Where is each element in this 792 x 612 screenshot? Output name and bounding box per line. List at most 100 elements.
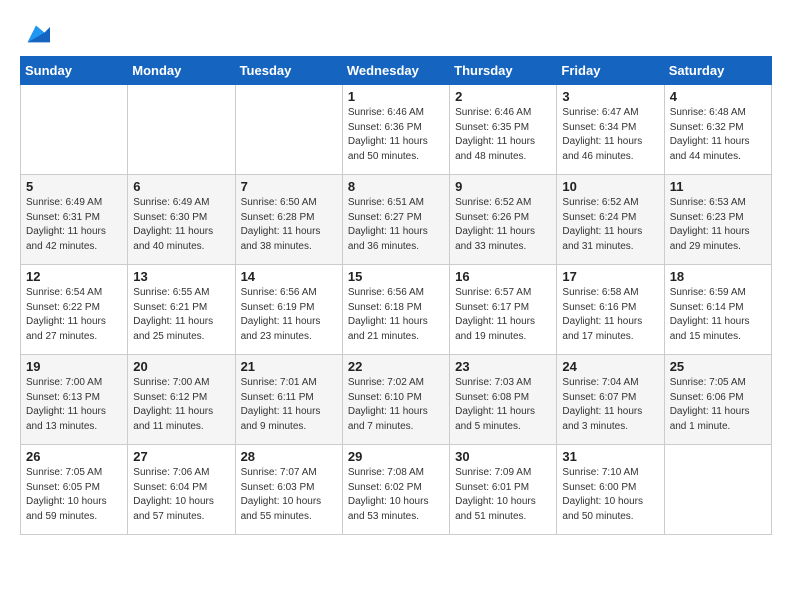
day-info: Sunrise: 6:46 AM Sunset: 6:36 PM Dayligh…	[348, 106, 444, 164]
day-number: 19	[26, 359, 122, 374]
calendar-cell: 23 Sunrise: 7:03 AM Sunset: 6:08 PM Dayli…	[450, 355, 557, 445]
calendar-cell: 11 Sunrise: 6:53 AM Sunset: 6:23 PM Dayli…	[664, 175, 771, 265]
day-info: Sunrise: 6:58 AM Sunset: 6:16 PM Dayligh…	[562, 286, 658, 344]
day-number: 20	[133, 359, 229, 374]
weekday-header-friday: Friday	[557, 57, 664, 85]
day-number: 18	[670, 269, 766, 284]
day-info: Sunrise: 7:06 AM Sunset: 6:04 PM Dayligh…	[133, 466, 229, 524]
weekday-header-wednesday: Wednesday	[342, 57, 449, 85]
calendar-cell	[128, 85, 235, 175]
calendar-cell: 17 Sunrise: 6:58 AM Sunset: 6:16 PM Dayli…	[557, 265, 664, 355]
calendar-cell: 27 Sunrise: 7:06 AM Sunset: 6:04 PM Dayli…	[128, 445, 235, 535]
day-number: 29	[348, 449, 444, 464]
day-info: Sunrise: 6:49 AM Sunset: 6:31 PM Dayligh…	[26, 196, 122, 254]
weekday-header-sunday: Sunday	[21, 57, 128, 85]
weekday-header-tuesday: Tuesday	[235, 57, 342, 85]
logo-icon	[22, 20, 50, 48]
day-number: 31	[562, 449, 658, 464]
day-number: 9	[455, 179, 551, 194]
day-info: Sunrise: 7:05 AM Sunset: 6:06 PM Dayligh…	[670, 376, 766, 434]
weekday-header-monday: Monday	[128, 57, 235, 85]
day-number: 12	[26, 269, 122, 284]
calendar-cell: 15Sunrise: 6:56 AM Sunset: 6:18 PM Dayli…	[342, 265, 449, 355]
day-info: Sunrise: 7:10 AM Sunset: 6:00 PM Dayligh…	[562, 466, 658, 524]
day-info: Sunrise: 7:02 AM Sunset: 6:10 PM Dayligh…	[348, 376, 444, 434]
calendar-cell: 13 Sunrise: 6:55 AM Sunset: 6:21 PM Dayli…	[128, 265, 235, 355]
day-info: Sunrise: 6:51 AM Sunset: 6:27 PM Dayligh…	[348, 196, 444, 254]
day-number: 6	[133, 179, 229, 194]
calendar-cell: 5 Sunrise: 6:49 AM Sunset: 6:31 PM Daylig…	[21, 175, 128, 265]
calendar-cell: 3 Sunrise: 6:47 AM Sunset: 6:34 PM Daylig…	[557, 85, 664, 175]
day-number: 1	[348, 89, 444, 104]
day-number: 8	[348, 179, 444, 194]
calendar-week-row: 19Sunrise: 7:00 AM Sunset: 6:13 PM Dayli…	[21, 355, 772, 445]
day-info: Sunrise: 6:57 AM Sunset: 6:17 PM Dayligh…	[455, 286, 551, 344]
day-info: Sunrise: 6:56 AM Sunset: 6:19 PM Dayligh…	[241, 286, 337, 344]
day-info: Sunrise: 6:52 AM Sunset: 6:24 PM Dayligh…	[562, 196, 658, 254]
day-info: Sunrise: 7:09 AM Sunset: 6:01 PM Dayligh…	[455, 466, 551, 524]
day-info: Sunrise: 6:53 AM Sunset: 6:23 PM Dayligh…	[670, 196, 766, 254]
day-info: Sunrise: 6:48 AM Sunset: 6:32 PM Dayligh…	[670, 106, 766, 164]
calendar-week-row: 26 Sunrise: 7:05 AM Sunset: 6:05 PM Dayli…	[21, 445, 772, 535]
calendar-cell: 2 Sunrise: 6:46 AM Sunset: 6:35 PM Daylig…	[450, 85, 557, 175]
day-number: 7	[241, 179, 337, 194]
day-number: 13	[133, 269, 229, 284]
day-number: 26	[26, 449, 122, 464]
day-number: 25	[670, 359, 766, 374]
day-info: Sunrise: 6:59 AM Sunset: 6:14 PM Dayligh…	[670, 286, 766, 344]
day-info: Sunrise: 7:04 AM Sunset: 6:07 PM Dayligh…	[562, 376, 658, 434]
calendar-header-row: SundayMondayTuesdayWednesdayThursdayFrid…	[21, 57, 772, 85]
day-number: 28	[241, 449, 337, 464]
day-info: Sunrise: 6:52 AM Sunset: 6:26 PM Dayligh…	[455, 196, 551, 254]
day-number: 4	[670, 89, 766, 104]
calendar-cell: 9 Sunrise: 6:52 AM Sunset: 6:26 PM Daylig…	[450, 175, 557, 265]
day-number: 5	[26, 179, 122, 194]
day-number: 21	[241, 359, 337, 374]
weekday-header-thursday: Thursday	[450, 57, 557, 85]
weekday-header-saturday: Saturday	[664, 57, 771, 85]
day-number: 17	[562, 269, 658, 284]
day-number: 2	[455, 89, 551, 104]
day-number: 3	[562, 89, 658, 104]
calendar-week-row: 1 Sunrise: 6:46 AM Sunset: 6:36 PM Daylig…	[21, 85, 772, 175]
day-number: 27	[133, 449, 229, 464]
day-info: Sunrise: 6:49 AM Sunset: 6:30 PM Dayligh…	[133, 196, 229, 254]
day-number: 14	[241, 269, 337, 284]
day-info: Sunrise: 6:47 AM Sunset: 6:34 PM Dayligh…	[562, 106, 658, 164]
day-info: Sunrise: 7:03 AM Sunset: 6:08 PM Dayligh…	[455, 376, 551, 434]
calendar-cell	[21, 85, 128, 175]
calendar-cell: 25 Sunrise: 7:05 AM Sunset: 6:06 PM Dayli…	[664, 355, 771, 445]
day-info: Sunrise: 7:00 AM Sunset: 6:12 PM Dayligh…	[133, 376, 229, 434]
calendar-cell: 20 Sunrise: 7:00 AM Sunset: 6:12 PM Dayli…	[128, 355, 235, 445]
calendar-cell: 8 Sunrise: 6:51 AM Sunset: 6:27 PM Daylig…	[342, 175, 449, 265]
calendar-cell	[664, 445, 771, 535]
day-number: 16	[455, 269, 551, 284]
day-number: 10	[562, 179, 658, 194]
calendar-cell: 10 Sunrise: 6:52 AM Sunset: 6:24 PM Dayli…	[557, 175, 664, 265]
calendar-cell: 26 Sunrise: 7:05 AM Sunset: 6:05 PM Dayli…	[21, 445, 128, 535]
calendar-cell: 29 Sunrise: 7:08 AM Sunset: 6:02 PM Dayli…	[342, 445, 449, 535]
day-info: Sunrise: 6:46 AM Sunset: 6:35 PM Dayligh…	[455, 106, 551, 164]
day-info: Sunrise: 7:08 AM Sunset: 6:02 PM Dayligh…	[348, 466, 444, 524]
calendar-cell: 16 Sunrise: 6:57 AM Sunset: 6:17 PM Dayli…	[450, 265, 557, 355]
calendar-cell: 28 Sunrise: 7:07 AM Sunset: 6:03 PM Dayli…	[235, 445, 342, 535]
day-number: 11	[670, 179, 766, 194]
calendar-cell: 14 Sunrise: 6:56 AM Sunset: 6:19 PM Dayli…	[235, 265, 342, 355]
calendar-week-row: 5 Sunrise: 6:49 AM Sunset: 6:31 PM Daylig…	[21, 175, 772, 265]
day-number: 30	[455, 449, 551, 464]
day-info: Sunrise: 7:01 AM Sunset: 6:11 PM Dayligh…	[241, 376, 337, 434]
calendar-table: SundayMondayTuesdayWednesdayThursdayFrid…	[20, 56, 772, 535]
calendar-cell: 1 Sunrise: 6:46 AM Sunset: 6:36 PM Daylig…	[342, 85, 449, 175]
calendar-cell: 4 Sunrise: 6:48 AM Sunset: 6:32 PM Daylig…	[664, 85, 771, 175]
day-number: 15	[348, 269, 444, 284]
calendar-cell: 30 Sunrise: 7:09 AM Sunset: 6:01 PM Dayli…	[450, 445, 557, 535]
logo	[20, 20, 50, 48]
calendar-cell: 21 Sunrise: 7:01 AM Sunset: 6:11 PM Dayli…	[235, 355, 342, 445]
day-number: 23	[455, 359, 551, 374]
day-number: 22	[348, 359, 444, 374]
day-info: Sunrise: 7:07 AM Sunset: 6:03 PM Dayligh…	[241, 466, 337, 524]
day-info: Sunrise: 7:05 AM Sunset: 6:05 PM Dayligh…	[26, 466, 122, 524]
day-number: 24	[562, 359, 658, 374]
calendar-cell: 18 Sunrise: 6:59 AM Sunset: 6:14 PM Dayli…	[664, 265, 771, 355]
day-info: Sunrise: 6:55 AM Sunset: 6:21 PM Dayligh…	[133, 286, 229, 344]
